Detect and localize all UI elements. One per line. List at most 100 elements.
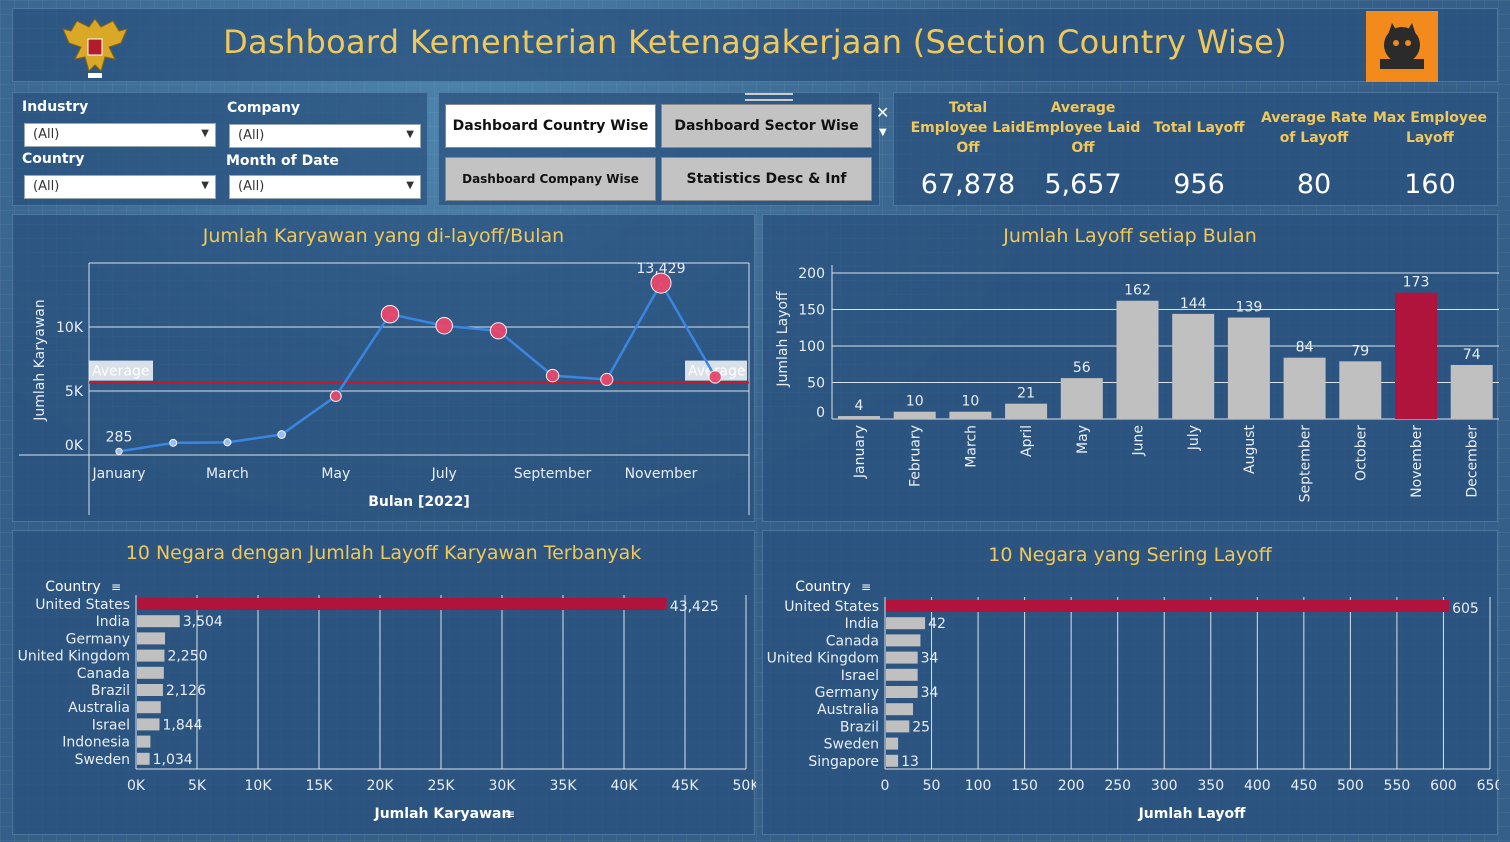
- data-point: [708, 370, 722, 384]
- bar: [838, 416, 880, 419]
- x-tick-label: March: [963, 425, 979, 468]
- bar: [137, 718, 160, 731]
- bar: [137, 632, 166, 645]
- dashboard-country-wise-button[interactable]: Dashboard Country Wise: [445, 104, 656, 148]
- chevron-down-icon: ▼: [406, 180, 414, 191]
- drag-handle[interactable]: [745, 93, 793, 101]
- data-label: 1,844: [162, 717, 202, 733]
- country-label: United Kingdom: [18, 649, 130, 665]
- bar: [137, 684, 163, 696]
- chevron-down-icon: ▼: [201, 128, 209, 139]
- top-countries-employees-chart-panel: 10 Negara dengan Jumlah Layoff Karyawan …: [12, 530, 756, 836]
- bar: [886, 634, 921, 647]
- y-tick-label: 50: [807, 376, 825, 392]
- monthly-layoff-bar-chart-panel: Jumlah Layoff setiap Bulan 0 50 100 150 200 J…: [762, 214, 1499, 523]
- x-tick-label: 0K: [127, 778, 146, 794]
- horizontal-bar-chart[interactable]: Country ≡ 0K 5K 10K 15K 20K 25K 30K 35K 40K 45K 50K J…: [13, 531, 756, 836]
- industry-filter-value: (All): [33, 127, 60, 142]
- x-tick-label: 40K: [611, 778, 639, 794]
- bar: [137, 666, 164, 679]
- country-label: Brazil: [91, 683, 130, 699]
- x-tick-label: December: [1465, 425, 1481, 498]
- country-label: Israel: [841, 668, 879, 684]
- bar: [1227, 317, 1270, 419]
- data-point: [223, 438, 232, 447]
- chevron-down-icon: ▼: [406, 129, 414, 140]
- kpi-average-rate-of-layoff: Average Rate of Layoff 80: [1256, 97, 1372, 200]
- bar: [137, 752, 150, 765]
- x-tick-label: June: [1131, 425, 1147, 457]
- kpi-label: Average Employee Laid Off: [1025, 100, 1141, 156]
- x-tick-label: July: [1186, 425, 1202, 451]
- x-tick-label: 30K: [489, 778, 517, 794]
- data-point: [277, 430, 286, 439]
- bar: [886, 703, 913, 716]
- month-filter-select[interactable]: (All) ▼: [229, 175, 421, 199]
- caret-down-icon[interactable]: ▼: [879, 127, 887, 138]
- top-countries-layoff-count-chart-panel: 10 Negara yang Sering Layoff Country ≡ 0 50…: [762, 530, 1499, 836]
- x-tick-label: 100: [965, 778, 992, 794]
- y-tick-label: 5K: [65, 384, 84, 400]
- data-label: 1,034: [153, 752, 193, 768]
- industry-filter-select[interactable]: (All) ▼: [24, 123, 216, 147]
- data-label: 56: [1073, 360, 1091, 376]
- bar-chart[interactable]: 0 50 100 150 200 Jumlah Layoff 4 January 10 Febru…: [763, 215, 1499, 523]
- bar: [1172, 313, 1215, 419]
- data-point: [489, 322, 507, 340]
- x-tick-label: September: [514, 466, 592, 482]
- y-tick-label: 0: [816, 405, 825, 421]
- dashboard-company-wise-button[interactable]: Dashboard Company Wise: [445, 157, 656, 201]
- country-label: United States: [784, 599, 879, 615]
- data-label: 139: [1236, 300, 1263, 316]
- close-icon[interactable]: ✕: [876, 103, 889, 122]
- bar: [137, 701, 161, 714]
- country-label: Brazil: [840, 719, 879, 735]
- bar: [886, 720, 910, 733]
- country-label: Sweden: [824, 737, 879, 753]
- data-label: 84: [1296, 340, 1314, 356]
- country-label: Indonesia: [62, 735, 130, 751]
- bar: [886, 651, 918, 664]
- company-filter-select[interactable]: (All) ▼: [229, 124, 421, 148]
- statistics-button[interactable]: Statistics Desc & Inf: [661, 157, 872, 201]
- data-point: [329, 390, 342, 403]
- y-tick-label: 100: [798, 339, 825, 355]
- bar: [886, 686, 918, 698]
- dashboard-sector-wise-button[interactable]: Dashboard Sector Wise: [661, 104, 872, 148]
- x-tick-label: 50K: [733, 778, 757, 794]
- bar: [893, 411, 936, 419]
- data-label: 144: [1180, 296, 1207, 312]
- bar: [137, 735, 151, 748]
- kpi-value: 956: [1173, 169, 1225, 200]
- sort-icon: ≡: [861, 580, 871, 594]
- x-tick-label: 0: [881, 778, 890, 794]
- page-title: Dashboard Kementerian Ketenagakerjaan (S…: [223, 23, 1287, 61]
- horizontal-bar-chart[interactable]: Country ≡ 0 50 100 150 200 250 300 350 400 450 500 55…: [763, 531, 1499, 836]
- x-tick-label: 550: [1384, 778, 1411, 794]
- chevron-down-icon: ▼: [201, 180, 209, 191]
- x-tick-label: July: [431, 466, 457, 482]
- x-tick-label: 15K: [306, 778, 334, 794]
- month-filter-value: (All): [238, 179, 265, 194]
- kpi-max-employee-layoff: Max Employee Layoff 160: [1372, 97, 1488, 200]
- series-line: [118, 280, 717, 453]
- bar: [886, 617, 926, 630]
- bar: [886, 600, 1450, 612]
- monthly-employees-line-chart-panel: Jumlah Karyawan yang di-layoff/Bulan 0K 5…: [12, 214, 755, 522]
- x-tick-label: 650: [1477, 778, 1499, 794]
- data-label: 173: [1403, 275, 1430, 291]
- y-axis-title: Jumlah Karyawan: [32, 299, 48, 421]
- x-tick-label: May: [321, 466, 350, 482]
- country-filter-select[interactable]: (All) ▼: [24, 175, 216, 199]
- navigation-panel: Dashboard Country Wise Dashboard Sector …: [438, 92, 889, 206]
- kpi-label: Average Rate of Layoff: [1260, 110, 1368, 146]
- filter-panel: Industry (All) ▼ Company (All) ▼ Country…: [12, 92, 428, 206]
- country-label: Canada: [826, 633, 879, 649]
- x-tick-label: October: [1353, 425, 1369, 481]
- x-tick-label: 150: [1011, 778, 1038, 794]
- data-label: 2,250: [167, 649, 207, 665]
- kpi-value: 67,878: [920, 169, 1016, 200]
- kpi-average-employee-laid-off: Average Employee Laid Off 5,657: [1025, 97, 1141, 200]
- line-chart[interactable]: 0K 5K 10K January March May July September Novem…: [13, 215, 756, 523]
- x-tick-label: November: [625, 466, 698, 482]
